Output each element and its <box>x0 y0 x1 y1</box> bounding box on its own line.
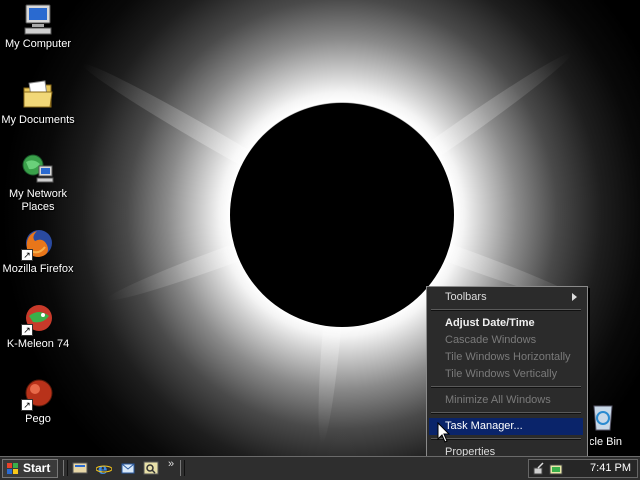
menu-item-minimize-all: Minimize All Windows <box>429 392 583 409</box>
menu-item-label: Tile Windows Horizontally <box>445 351 571 363</box>
toolbar-grip[interactable] <box>63 460 68 476</box>
menu-item-tile-vertically: Tile Windows Vertically <box>429 366 583 383</box>
menu-item-label: Adjust Date/Time <box>445 317 535 329</box>
computer-icon <box>21 2 55 36</box>
eclipse-moon <box>230 103 454 327</box>
menu-separator <box>431 412 581 414</box>
quick-launch-overflow-button[interactable]: » <box>168 458 174 470</box>
menu-item-adjust-date-time[interactable]: Adjust Date/Time <box>429 315 583 332</box>
shortcut-arrow-icon: ↗ <box>21 249 33 261</box>
system-tray: 7:41 PM <box>528 459 638 478</box>
menu-item-label: Minimize All Windows <box>445 394 551 406</box>
desktop-icon-my-network-places[interactable]: My Network Places <box>0 152 76 214</box>
desktop-icon-label: My Documents <box>1 114 75 126</box>
menu-separator <box>431 438 581 440</box>
desktop-icon-mozilla-firefox[interactable]: ↗ Mozilla Firefox <box>0 227 76 276</box>
desktop-icon-label: K-Meleon 74 <box>6 338 70 350</box>
network-tray-icon[interactable] <box>533 462 547 476</box>
search-icon[interactable] <box>143 460 159 476</box>
taskbar: Start e » 7:41 PM <box>0 456 640 480</box>
folder-icon <box>21 78 55 112</box>
pego-icon: ↗ <box>21 377 55 411</box>
desktop-icon-label: Mozilla Firefox <box>2 263 74 275</box>
kmeleon-icon: ↗ <box>21 302 55 336</box>
desktop-icon-label: My Computer <box>4 38 72 50</box>
mouse-cursor-icon <box>437 422 451 443</box>
network-icon <box>21 152 55 186</box>
volume-tray-icon[interactable] <box>549 462 563 476</box>
firefox-icon: ↗ <box>21 227 55 261</box>
desktop-icon-label: My Network Places <box>8 188 68 213</box>
svg-text:e: e <box>98 460 108 476</box>
menu-item-cascade-windows: Cascade Windows <box>429 332 583 349</box>
start-button[interactable]: Start <box>2 459 58 478</box>
recycle-bin-icon <box>586 400 620 434</box>
show-desktop-icon[interactable] <box>72 460 88 476</box>
desktop-icon-label: Pego <box>25 413 51 425</box>
menu-separator <box>431 386 581 388</box>
menu-item-label: Toolbars <box>445 291 487 303</box>
shortcut-arrow-icon: ↗ <box>21 399 33 411</box>
submenu-arrow-icon <box>572 293 577 301</box>
windows-flag-icon <box>7 463 18 474</box>
shortcut-arrow-icon: ↗ <box>21 324 33 336</box>
menu-item-task-manager[interactable]: Task Manager... <box>429 418 583 435</box>
desktop-icon-my-computer[interactable]: My Computer <box>0 2 76 51</box>
start-label: Start <box>23 461 51 475</box>
menu-item-label: Tile Windows Vertically <box>445 368 558 380</box>
taskbar-clock[interactable]: 7:41 PM <box>590 460 631 477</box>
desktop-icon-k-meleon[interactable]: ↗ K-Meleon 74 <box>0 302 76 351</box>
menu-item-label: Cascade Windows <box>445 334 537 346</box>
desktop-icon-pego[interactable]: ↗ Pego <box>0 377 76 426</box>
internet-explorer-icon[interactable]: e <box>96 460 112 476</box>
menu-item-tile-horizontally: Tile Windows Horizontally <box>429 349 583 366</box>
menu-item-label: Task Manager... <box>445 420 523 432</box>
menu-separator <box>431 309 581 311</box>
outlook-icon[interactable] <box>120 460 136 476</box>
desktop-icon-my-documents[interactable]: My Documents <box>0 78 76 127</box>
toolbar-grip[interactable] <box>180 460 185 476</box>
menu-item-toolbars[interactable]: Toolbars <box>429 289 583 306</box>
